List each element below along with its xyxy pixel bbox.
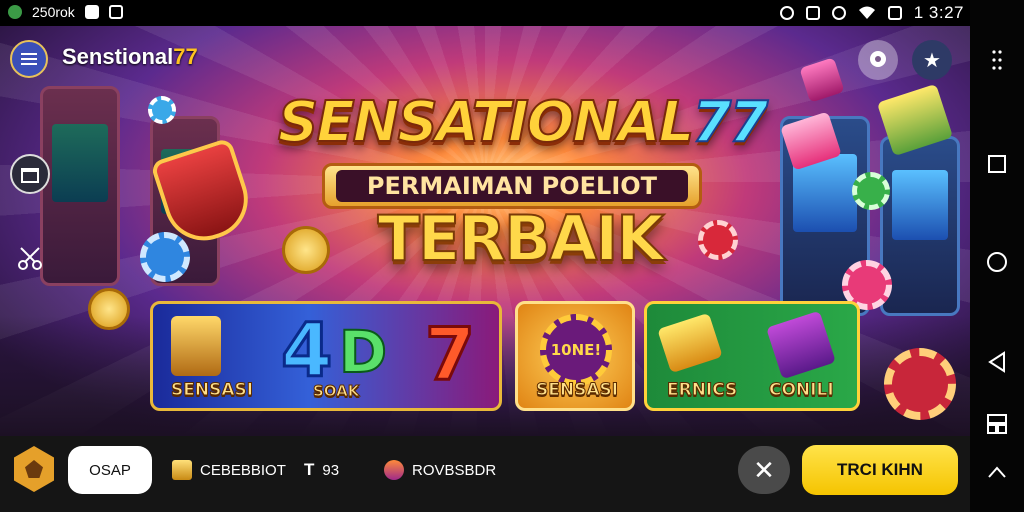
alarm-icon <box>779 6 794 20</box>
scissors-icon <box>18 247 42 270</box>
battery-icon <box>887 6 902 20</box>
game-canvas[interactable]: Senstional77 ★ SENSATIONAL77 PERMAIMAN P… <box>0 26 970 436</box>
gift-icon <box>21 168 39 183</box>
close-button[interactable]: ✕ <box>738 446 790 494</box>
close-icon: ✕ <box>753 454 775 485</box>
bottom-item-2[interactable]: T 93 <box>304 460 339 480</box>
blue-chip <box>148 96 176 124</box>
tools-button[interactable] <box>10 238 50 278</box>
card3-gold-art <box>657 312 723 374</box>
blue-chip-large <box>140 232 190 282</box>
pill-button[interactable]: OSAP <box>68 446 152 494</box>
slot-icon: T <box>304 460 315 479</box>
cta-button[interactable]: TRCI KIHN <box>802 445 958 495</box>
circle-icon <box>987 252 1007 272</box>
notification-icon <box>84 5 99 19</box>
chat-button[interactable] <box>858 40 898 80</box>
green-chip <box>852 172 890 210</box>
star-icon: ★ <box>923 49 941 72</box>
card3-label: ERNICS <box>666 380 738 401</box>
gem-icon <box>384 460 404 480</box>
card3-label-2: CONILI <box>769 380 835 401</box>
recents-button[interactable] <box>985 152 1009 176</box>
status-time: 1 3:27 <box>913 3 964 22</box>
banner-headline: TERBAIK <box>377 201 666 276</box>
card1-sub-label: SOAK <box>312 382 360 401</box>
bottom-bar: OSAP CEBEBBIOT T 93 ROVBSBDR ✕ TRCI KIHN <box>0 436 970 512</box>
gold-bar-icon <box>172 460 192 480</box>
slot-machine-right-2 <box>880 136 960 316</box>
card1-label: SENSASI <box>170 380 254 401</box>
split-screen-button[interactable] <box>985 412 1009 436</box>
chat-icon <box>870 51 886 67</box>
system-nav-bar <box>970 0 1024 512</box>
status-left-text: 250rok <box>32 4 75 20</box>
status-bar: 250rok 1 3:27 <box>0 0 970 26</box>
game-card-1[interactable]: 4 D 7 SENSASI SOAK <box>150 301 502 411</box>
more-options-button[interactable] <box>985 48 1009 72</box>
card1-number-7: 7 <box>423 311 476 398</box>
dnd-icon <box>831 6 846 20</box>
split-screen-icon <box>987 414 1007 434</box>
bottom-item-1[interactable]: CEBEBBIOT <box>172 460 286 480</box>
gallery-icon <box>108 5 123 19</box>
brand-title: Senstional77 <box>62 44 198 69</box>
app-icon <box>8 5 22 19</box>
gift-button[interactable] <box>10 154 50 194</box>
banner-title: SENSATIONAL77 <box>277 89 769 156</box>
card1-slot-art <box>171 316 221 376</box>
square-icon <box>988 155 1006 173</box>
banner-subtitle: PERMAIMAN POELIOT <box>336 170 688 202</box>
card3-seven-art <box>766 310 836 380</box>
mute-icon <box>805 6 820 20</box>
card1-letter-d: D <box>338 317 388 387</box>
logo-icon[interactable] <box>14 446 54 492</box>
keyboard-hide-button[interactable] <box>985 460 1009 484</box>
gold-coin-left <box>88 288 130 330</box>
game-card-3[interactable]: ERNICS CONILI <box>644 301 860 411</box>
menu-button[interactable] <box>10 40 48 78</box>
bottom-item-1-label: CEBEBBIOT <box>200 461 286 479</box>
more-vert-icon <box>992 50 1002 70</box>
home-button[interactable] <box>985 250 1009 274</box>
back-button[interactable] <box>985 350 1009 374</box>
favorite-button[interactable]: ★ <box>912 40 952 80</box>
gold-coin <box>282 226 330 274</box>
card2-label: SENSASI <box>535 380 619 401</box>
chevron-up-icon <box>988 466 1006 478</box>
red-chip-large <box>884 348 956 420</box>
bottom-item-3-label: ROVBSBDR <box>412 461 497 479</box>
game-card-2[interactable]: 10NE! SENSASI <box>515 301 635 411</box>
bottom-item-3[interactable]: ROVBSBDR <box>384 460 496 480</box>
slot-machine-left <box>40 86 120 286</box>
wifi-icon <box>858 6 875 19</box>
triangle-back-icon <box>988 351 1005 373</box>
card2-badge: 10NE! <box>540 314 612 386</box>
bottom-item-2-label: 93 <box>322 461 340 479</box>
